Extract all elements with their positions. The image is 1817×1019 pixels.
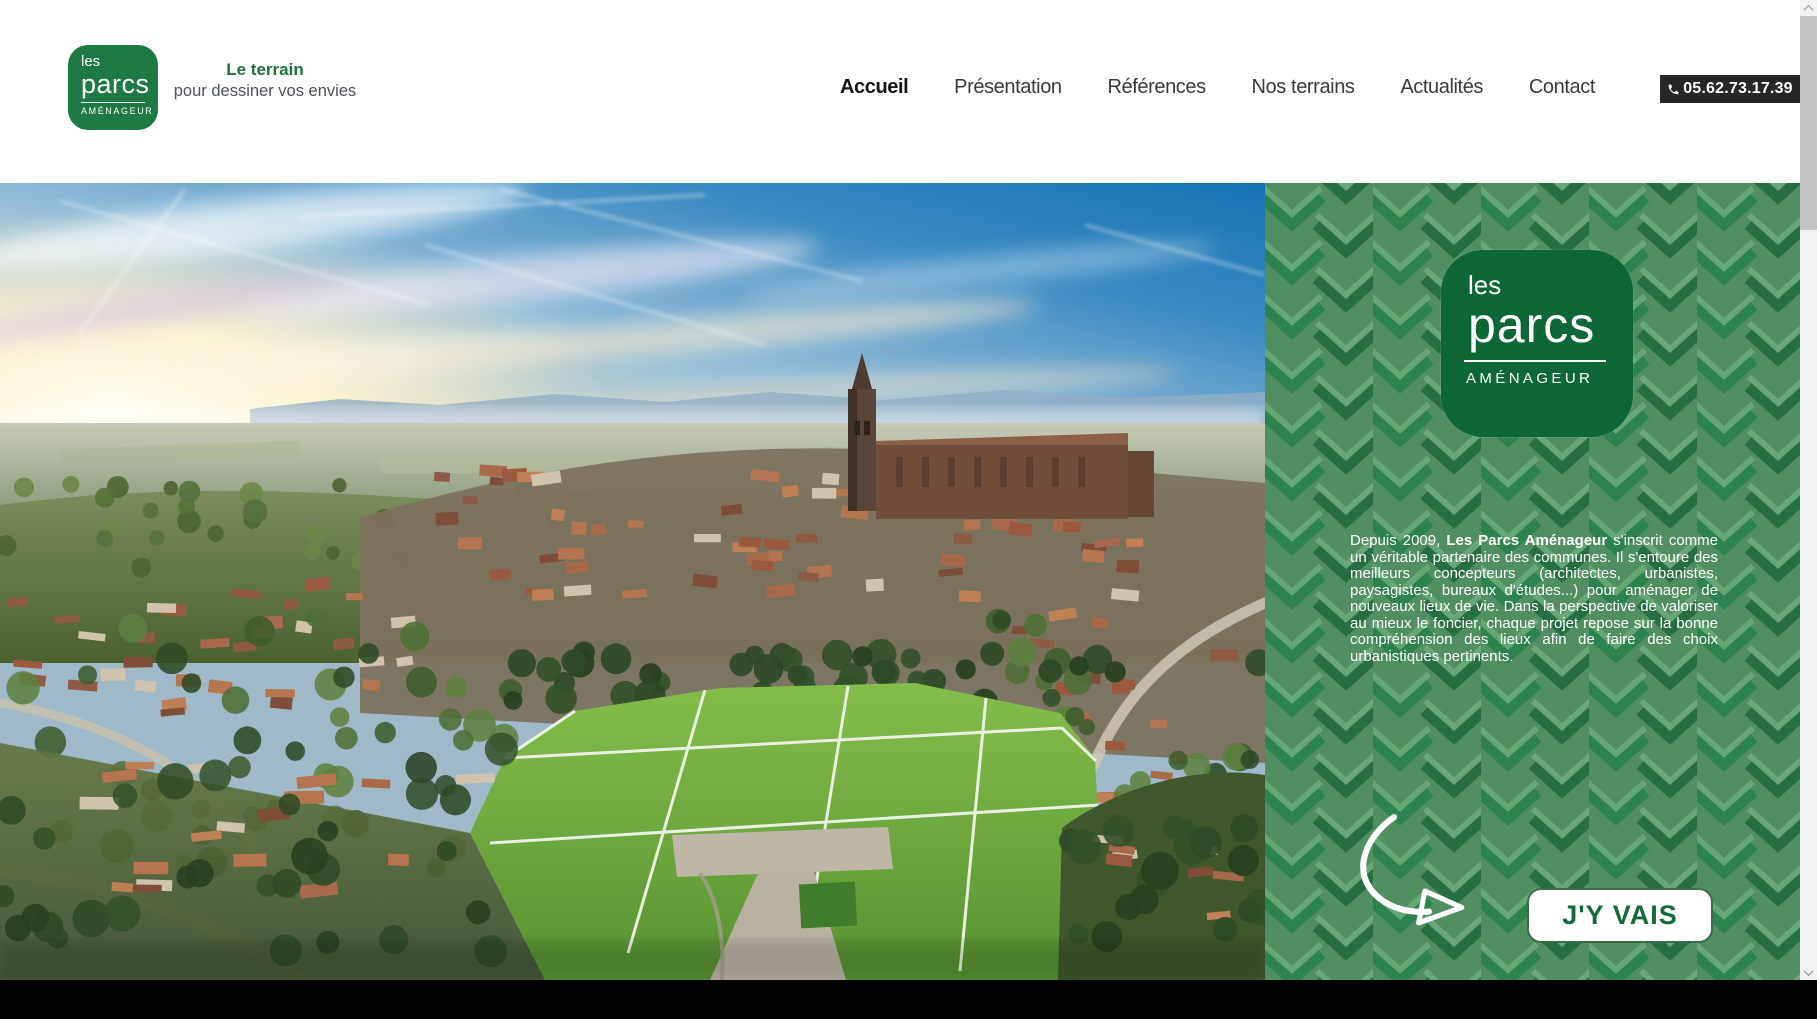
scrollbar-thumb[interactable] [1800,16,1817,230]
phone-number: 05.62.73.17.39 [1683,80,1793,98]
logo-text-parcs: parcs [81,71,146,99]
intro-panel: les parcs AMÉNAGEUR Depuis 2009, Les Par… [1265,183,1800,980]
panel-logo-parcs: parcs [1468,299,1633,351]
panel-logo-les: les [1468,272,1633,299]
paragraph-prefix: Depuis 2009, [1350,532,1446,549]
curved-arrow-icon [1343,813,1481,928]
header-logo[interactable]: les parcs AMÉNAGEUR [68,45,158,130]
panel-logo-divider [1464,360,1606,362]
chevron-down-icon [1804,966,1814,976]
tagline-bold: Le terrain [165,60,365,80]
aerial-village-photo [0,183,1265,980]
paragraph-brand-bold: Les Parcs Aménageur [1446,532,1607,549]
logo-divider [81,102,145,103]
bottom-black-bar [0,980,1817,1019]
development-field [470,683,1100,980]
hero-image [0,183,1265,980]
phone-icon [1667,83,1680,96]
scrollbar-down-button[interactable] [1800,964,1817,980]
nav-item-presentation[interactable]: Présentation [954,76,1062,99]
scrollbar-up-button[interactable] [1800,0,1817,16]
phone-number-badge[interactable]: 05.62.73.17.39 [1660,75,1800,103]
nav-item-nos-terrains[interactable]: Nos terrains [1252,76,1355,99]
nav-item-accueil[interactable]: Accueil [840,76,908,99]
panel-logo-amenageur: AMÉNAGEUR [1466,370,1633,387]
hero-section: les parcs AMÉNAGEUR Depuis 2009, Les Par… [0,183,1817,980]
intro-paragraph: Depuis 2009, Les Parcs Aménageur s'inscr… [1350,533,1718,665]
logo-text-amenageur: AMÉNAGEUR [81,106,146,116]
site-header: les parcs AMÉNAGEUR Le terrain pour dess… [0,0,1817,183]
main-nav: Accueil Présentation Références Nos terr… [840,76,1595,99]
tagline: Le terrain pour dessiner vos envies [165,60,365,101]
panel-logo: les parcs AMÉNAGEUR [1441,250,1633,437]
nav-item-contact[interactable]: Contact [1529,76,1595,99]
paragraph-rest: s'inscrit comme un véritable partenaire … [1350,532,1718,665]
jy-vais-button[interactable]: J'Y VAIS [1527,888,1713,943]
tagline-rest: pour dessiner vos envies [165,82,365,101]
nav-item-references[interactable]: Références [1107,76,1205,99]
scrollbar[interactable] [1800,0,1817,980]
nav-item-actualites[interactable]: Actualités [1400,76,1483,99]
chevron-up-icon [1804,4,1814,14]
